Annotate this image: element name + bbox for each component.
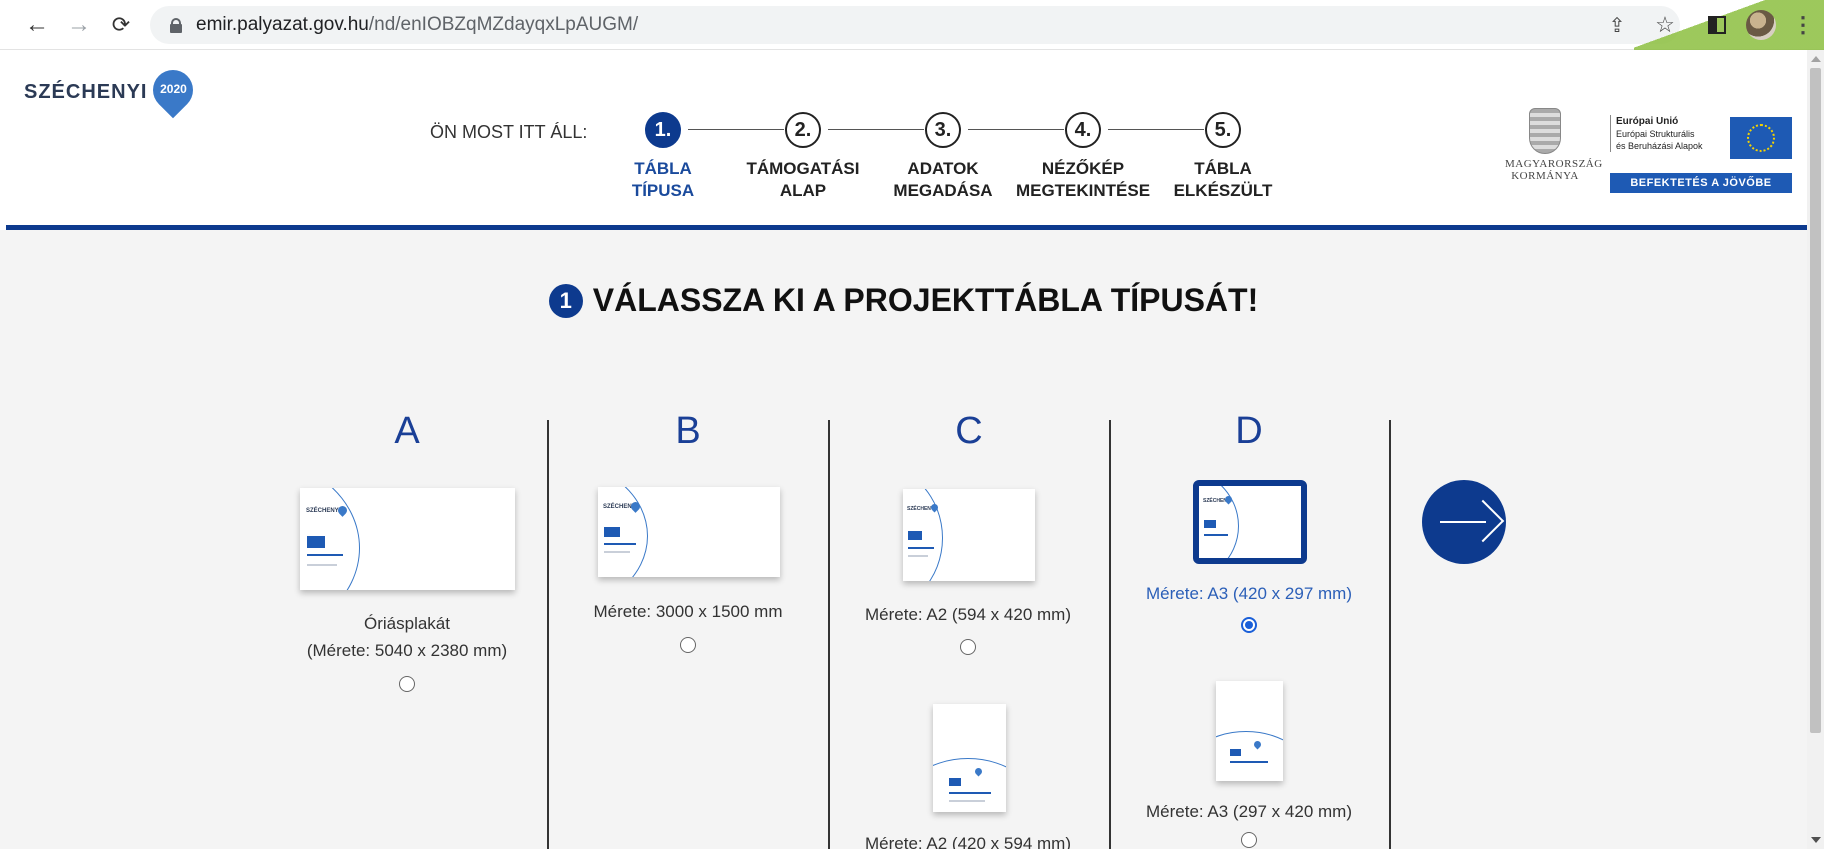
option-column-c: C <box>829 410 1109 453</box>
page-scrollbar[interactable] <box>1807 50 1824 849</box>
board-preview-a[interactable]: SZÉCHENYI <box>300 488 515 590</box>
eu-flag-icon <box>1730 117 1792 159</box>
side-panel-icon[interactable] <box>1700 8 1734 42</box>
option-a-name: Óriásplakát <box>364 614 450 633</box>
reload-icon[interactable]: ⟳ <box>104 8 138 42</box>
star-icon[interactable]: ☆ <box>1648 8 1682 42</box>
map-pin-icon: 2020 <box>145 61 202 119</box>
board-preview-d-landscape-selected[interactable]: SZÉCHENYI <box>1193 480 1307 564</box>
gov-line-2: KORMÁNYA <box>1511 170 1579 182</box>
profile-avatar[interactable] <box>1744 8 1778 42</box>
step-3: 3. ADATOK MEGADÁSA <box>868 112 1018 202</box>
page-title: 1 VÁLASSZA KI A PROJEKTTÁBLA TÍPUSÁT! <box>0 282 1807 319</box>
scroll-down-icon[interactable] <box>1811 837 1821 843</box>
step-4: 4. NÉZŐKÉP MEGTEKINTÉSE <box>1008 112 1158 202</box>
title-step-badge: 1 <box>548 283 583 318</box>
column-divider <box>828 420 830 849</box>
option-d-radio-landscape[interactable] <box>1241 617 1257 633</box>
scroll-thumb[interactable] <box>1810 68 1821 733</box>
share-icon[interactable]: ⇪ <box>1600 8 1634 42</box>
board-preview-d-portrait[interactable] <box>1216 681 1283 781</box>
government-logo: MAGYARORSZÁG KORMÁNYA <box>1505 108 1603 182</box>
option-b-size: Mérete: 3000 x 1500 mm <box>593 602 783 621</box>
option-b-radio[interactable] <box>680 637 696 653</box>
board-preview-c-portrait[interactable] <box>933 704 1006 812</box>
step-5: 5. TÁBLA ELKÉSZÜLT <box>1148 112 1298 202</box>
address-bar[interactable]: emir.palyazat.gov.hu/nd/enIOBZqMZdayqxLp… <box>150 6 1680 44</box>
option-c-caption-landscape: Mérete: A2 (594 x 420 mm) <box>808 601 1128 628</box>
forward-icon[interactable]: → <box>62 8 96 42</box>
option-a-caption: Óriásplakát (Mérete: 5040 x 2380 mm) <box>247 610 567 664</box>
option-d-size-portrait: Mérete: A3 (297 x 420 mm) <box>1146 802 1352 821</box>
eu-line-3: és Beruházási Alapok <box>1616 141 1703 151</box>
option-a-radio[interactable] <box>399 676 415 692</box>
board-preview-c-landscape[interactable]: SZÉCHENYI <box>903 489 1035 581</box>
option-column-b: B <box>548 410 828 453</box>
location-label: ÖN MOST ITT ÁLL: <box>430 122 588 142</box>
option-a-size: (Mérete: 5040 x 2380 mm) <box>306 641 508 660</box>
eu-slogan: BEFEKTETÉS A JÖVŐBE <box>1610 173 1792 193</box>
option-column-a: A <box>267 410 547 453</box>
eu-line-1: Európai Unió <box>1616 116 1679 127</box>
brand-badge: 2020 <box>160 82 187 96</box>
main-content: 1 VÁLASSZA KI A PROJEKTTÁBLA TÍPUSÁT! A … <box>0 230 1807 849</box>
option-letter-b: B <box>675 410 701 452</box>
option-c-size-portrait: Mérete: A2 (420 x 594 mm) <box>865 834 1071 849</box>
board-preview-b[interactable]: SZÉCHENYI <box>598 487 780 577</box>
lock-icon <box>170 17 182 33</box>
step-2: 2. TÁMOGATÁSI ALAP <box>728 112 878 202</box>
option-d-size-landscape: Mérete: A3 (420 x 297 mm) <box>1146 584 1352 603</box>
option-letter-c: C <box>955 410 983 452</box>
back-icon[interactable]: ← <box>20 8 54 42</box>
browser-toolbar: ← → ⟳ emir.palyazat.gov.hu/nd/enIOBZqMZd… <box>0 0 1824 50</box>
option-c-radio-landscape[interactable] <box>960 639 976 655</box>
option-d-radio-portrait[interactable] <box>1241 832 1257 848</box>
option-c-size-landscape: Mérete: A2 (594 x 420 mm) <box>865 605 1071 624</box>
menu-icon[interactable]: ⋮ <box>1786 8 1820 42</box>
szechenyi-logo[interactable]: SZÉCHENYI 2020 <box>24 61 202 119</box>
option-letter-a: A <box>394 410 420 452</box>
step-1: 1. TÁBLA TÍPUSA <box>588 112 738 202</box>
coat-of-arms-icon <box>1529 108 1561 154</box>
url-host: emir.palyazat.gov.hu <box>196 14 369 35</box>
option-c-caption-portrait: Mérete: A2 (420 x 594 mm) <box>808 830 1128 849</box>
url-path: /nd/enIOBZqMZdayqxLpAUGM/ <box>368 14 639 35</box>
column-divider <box>1389 420 1391 849</box>
gov-line-1: MAGYARORSZÁG <box>1505 158 1603 170</box>
eu-line-2: Európai Strukturális <box>1616 129 1695 139</box>
option-b-caption: Mérete: 3000 x 1500 mm <box>528 598 848 625</box>
option-d-caption-landscape: Mérete: A3 (420 x 297 mm) <box>1089 580 1409 607</box>
page-title-text: VÁLASSZA KI A PROJEKTTÁBLA TÍPUSÁT! <box>592 282 1259 318</box>
scroll-up-icon[interactable] <box>1811 56 1821 62</box>
next-step-button[interactable] <box>1422 480 1506 564</box>
progress-steps: 1. TÁBLA TÍPUSA 2. TÁMOGATÁSI ALAP 3. ADAT… <box>606 112 1286 212</box>
option-column-d: D <box>1109 410 1389 453</box>
option-d-caption-portrait: Mérete: A3 (297 x 420 mm) <box>1089 798 1409 825</box>
option-letter-d: D <box>1235 410 1263 452</box>
column-divider <box>1109 420 1111 849</box>
brand-name: SZÉCHENYI <box>24 80 148 103</box>
